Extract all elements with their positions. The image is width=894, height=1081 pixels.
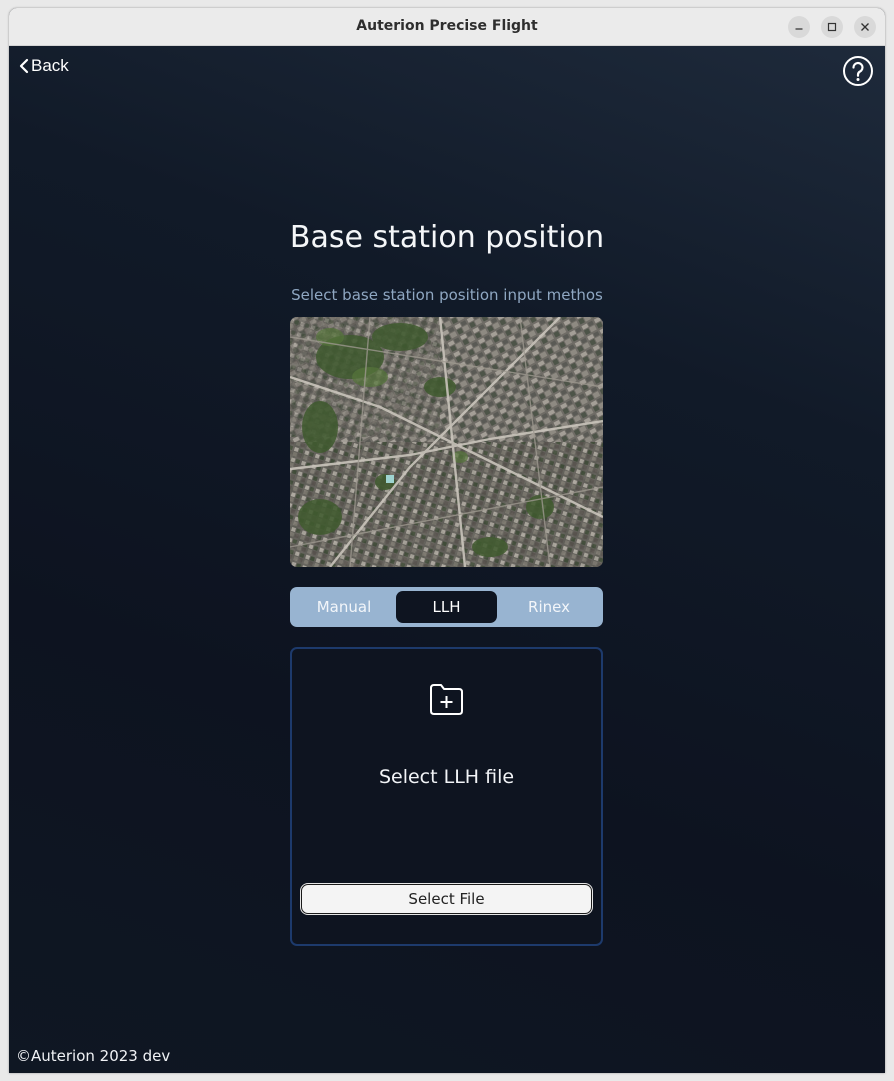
maximize-icon bbox=[827, 22, 837, 32]
title-bar[interactable]: Auterion Precise Flight bbox=[9, 8, 885, 46]
satellite-map-graphic bbox=[290, 317, 603, 567]
close-button[interactable] bbox=[854, 16, 876, 38]
window-title: Auterion Precise Flight bbox=[356, 18, 538, 34]
file-select-card: Select LLH file Select File bbox=[290, 647, 603, 946]
app-window: Auterion Precise Flight Back Base statio… bbox=[9, 8, 885, 1073]
satellite-map-image bbox=[290, 317, 603, 567]
help-circle-icon[interactable] bbox=[842, 55, 874, 87]
maximize-button[interactable] bbox=[821, 16, 843, 38]
page-subtitle: Select base station position input metho… bbox=[291, 286, 603, 304]
folder-add-icon bbox=[430, 684, 463, 715]
tab-rinex[interactable]: Rinex bbox=[499, 587, 599, 627]
input-method-selector: Manual LLH Rinex bbox=[290, 587, 603, 627]
main-content: Back Base station position Select base s… bbox=[9, 46, 885, 1073]
back-label: Back bbox=[31, 56, 69, 75]
tab-llh[interactable]: LLH bbox=[396, 591, 497, 623]
footer-copyright: ©Auterion 2023 dev bbox=[16, 1047, 171, 1065]
minimize-button[interactable] bbox=[788, 16, 810, 38]
back-button[interactable]: Back bbox=[19, 56, 69, 76]
select-llh-label: Select LLH file bbox=[378, 766, 515, 788]
chevron-left-icon bbox=[19, 58, 29, 74]
close-icon bbox=[861, 23, 869, 31]
tab-manual[interactable]: Manual bbox=[294, 587, 394, 627]
minimize-icon bbox=[795, 28, 803, 30]
select-file-button[interactable]: Select File bbox=[301, 884, 592, 914]
page-title: Base station position bbox=[289, 220, 605, 255]
